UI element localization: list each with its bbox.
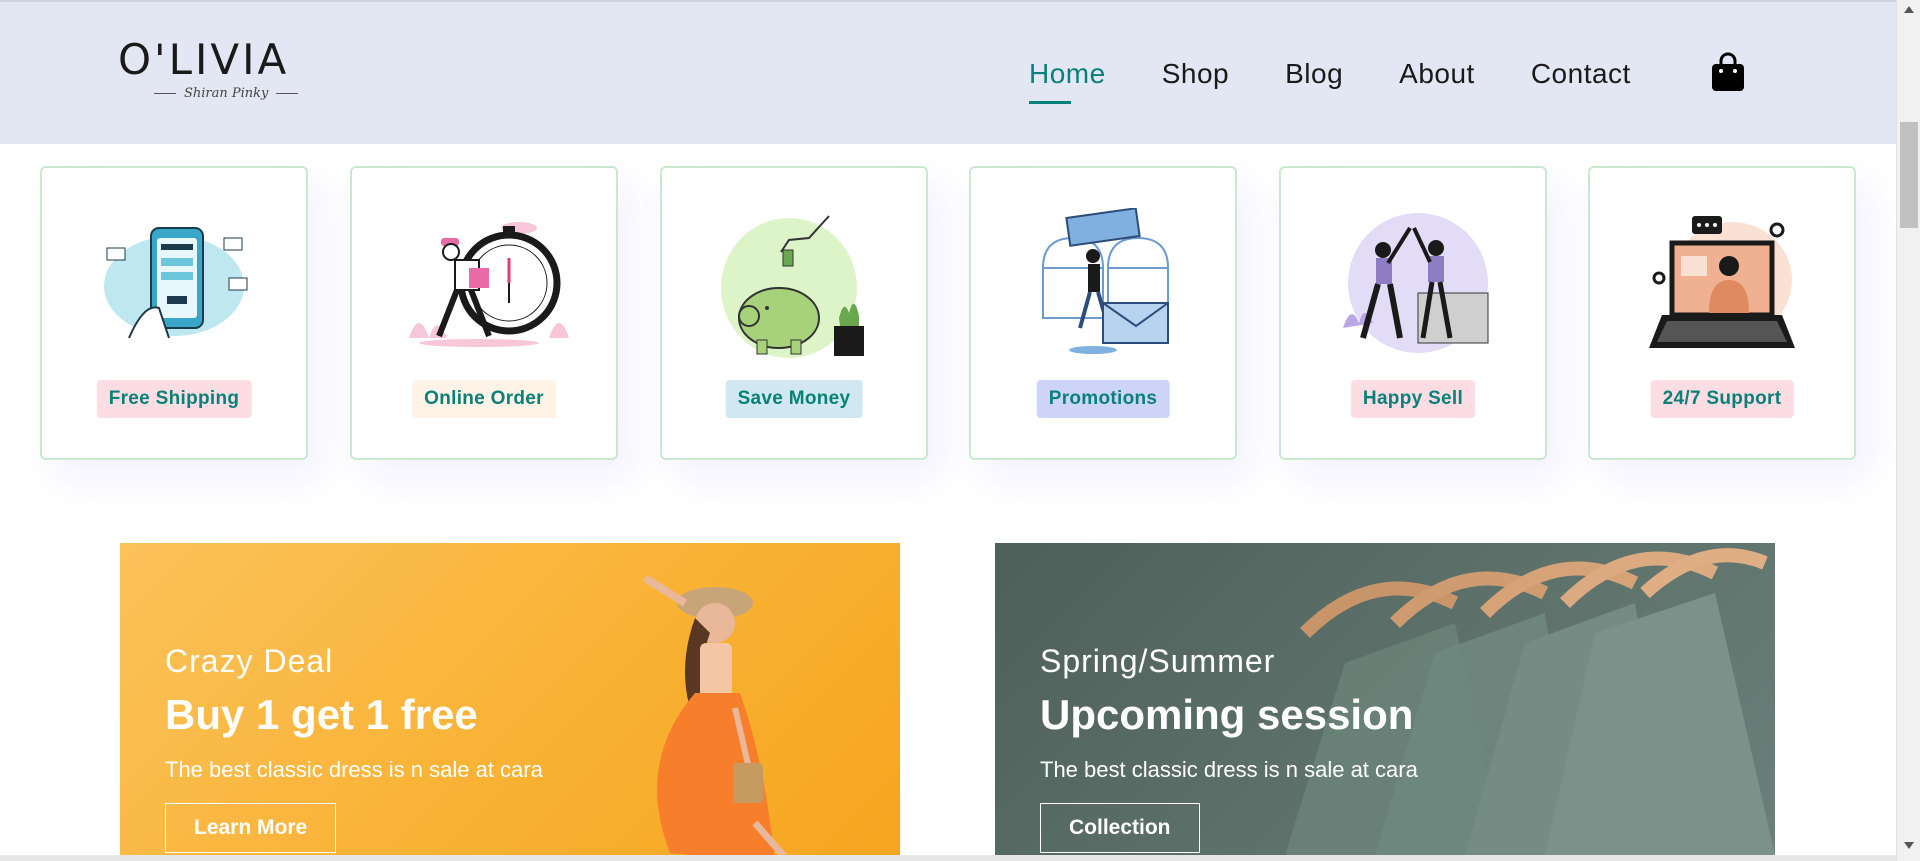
feature-label: Promotions — [1036, 380, 1170, 418]
logo-tagline: Shiran Pinky — [184, 86, 269, 101]
learn-more-button[interactable]: Learn More — [165, 803, 337, 853]
shopping-bag-icon[interactable] — [1711, 52, 1745, 92]
nav-home[interactable]: Home — [1029, 54, 1106, 104]
piggy-bank-illustration — [721, 215, 864, 358]
main-nav: Home Shop Blog About Contact — [1029, 54, 1687, 104]
feature-label: Save Money — [725, 380, 863, 418]
site-header: O'LIVIA Shiran Pinky Home Shop Blog Abou… — [0, 0, 1896, 144]
site-logo[interactable]: O'LIVIA Shiran Pinky — [118, 36, 328, 112]
scroll-down-arrow-icon[interactable] — [1904, 842, 1914, 849]
stopwatch-courier-illustration — [409, 222, 569, 347]
feature-box-promotions[interactable]: Promotions — [969, 166, 1237, 460]
banner-upcoming-session: Spring/Summer Upcoming session The best … — [995, 543, 1775, 855]
feature-box-free-shipping[interactable]: Free Shipping — [40, 166, 308, 460]
collection-button[interactable]: Collection — [1040, 803, 1200, 853]
banner-description: The best classic dress is n sale at cara — [1040, 757, 1418, 782]
feature-box-support[interactable]: 24/7 Support — [1588, 166, 1856, 460]
phone-payment-illustration — [104, 227, 248, 339]
banner-content: Spring/Summer Upcoming session The best … — [1040, 643, 1418, 853]
scroll-thumb[interactable] — [1900, 122, 1918, 228]
feature-label: Happy Sell — [1350, 380, 1476, 418]
model-in-orange-dress-image — [642, 574, 788, 855]
tagline-divider — [154, 92, 176, 95]
high-five-illustration — [1343, 213, 1489, 353]
feature-label: Free Shipping — [96, 380, 252, 418]
feature-box-happy-sell[interactable]: Happy Sell — [1279, 166, 1547, 460]
feature-label: Online Order — [412, 380, 556, 418]
banner-content: Crazy Deal Buy 1 get 1 free The best cla… — [165, 643, 543, 853]
gift-voucher-illustration — [1041, 208, 1170, 354]
scroll-up-arrow-icon[interactable] — [1904, 6, 1914, 13]
feature-box-save-money[interactable]: Save Money — [660, 166, 928, 460]
logo-text: O'LIVIA — [118, 35, 290, 84]
nav-shop[interactable]: Shop — [1162, 54, 1229, 94]
banner-subtitle: Crazy Deal — [165, 643, 334, 679]
horizontal-scrollbar[interactable] — [0, 855, 1896, 861]
tagline-divider — [276, 92, 299, 95]
banner-subtitle: Spring/Summer — [1040, 643, 1276, 679]
banner-crazy-deal: Crazy Deal Buy 1 get 1 free The best cla… — [120, 543, 900, 855]
vertical-scrollbar[interactable] — [1896, 0, 1920, 861]
banner-description: The best classic dress is n sale at cara — [165, 757, 543, 782]
nav-about[interactable]: About — [1399, 54, 1475, 94]
nav-blog[interactable]: Blog — [1285, 54, 1343, 94]
logo-tagline-row: Shiran Pinky — [154, 86, 328, 101]
laptop-support-illustration — [1649, 216, 1795, 348]
banner-title: Buy 1 get 1 free — [165, 691, 478, 738]
banner-title: Upcoming session — [1040, 691, 1414, 738]
feature-box-online-order[interactable]: Online Order — [350, 166, 618, 460]
nav-contact[interactable]: Contact — [1531, 54, 1631, 94]
feature-label: 24/7 Support — [1650, 380, 1794, 418]
